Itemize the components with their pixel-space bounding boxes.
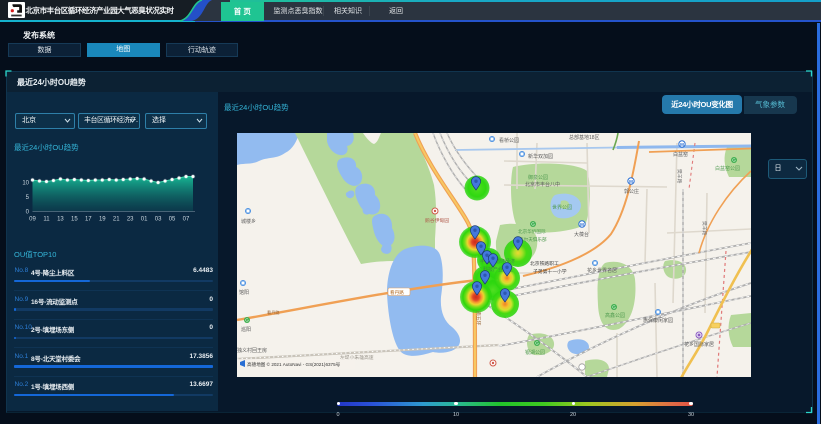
- svg-text:银湖公园: 银湖公园: [525, 349, 545, 356]
- svg-text:总部基地18区: 总部基地18区: [569, 134, 600, 141]
- svg-text:花乡世界名居: 花乡世界名居: [587, 267, 617, 274]
- svg-text:看桥公园: 看桥公园: [499, 137, 519, 144]
- svg-text:10: 10: [22, 181, 29, 187]
- svg-text:09: 09: [29, 217, 36, 223]
- svg-text:馆阳: 馆阳: [239, 289, 249, 296]
- svg-text:19: 19: [99, 217, 106, 223]
- svg-text:子弟第十一小学: 子弟第十一小学: [533, 268, 567, 275]
- svg-text:大葆台: 大葆台: [574, 231, 589, 238]
- svg-text:15: 15: [71, 217, 78, 223]
- svg-text:M: M: [680, 142, 684, 147]
- svg-text:G: G: [732, 158, 736, 163]
- svg-text:独义村回王房: 独义村回王房: [237, 347, 267, 354]
- svg-text:G: G: [531, 222, 535, 227]
- svg-text:05: 05: [169, 217, 176, 223]
- svg-text:G: G: [245, 318, 249, 323]
- svg-text:花乡国际家居: 花乡国际家居: [684, 341, 714, 348]
- svg-text:世界公园: 世界公园: [552, 204, 572, 211]
- svg-text:03: 03: [155, 217, 162, 223]
- svg-text:高尔夫俱乐部: 高尔夫俱乐部: [519, 236, 547, 243]
- svg-text:北京铁路职工: 北京铁路职工: [530, 260, 559, 267]
- svg-text:11: 11: [43, 217, 50, 223]
- svg-text:惠保康闲家园: 惠保康闲家园: [643, 317, 673, 324]
- svg-text:看丹路: 看丹路: [390, 289, 404, 296]
- svg-text:巡阳: 巡阳: [241, 326, 251, 333]
- svg-text:北京市丰台八中: 北京市丰台八中: [525, 181, 560, 188]
- svg-text:白盆窑公园: 白盆窑公园: [715, 165, 740, 172]
- svg-text:御泉公园: 御泉公园: [528, 174, 548, 181]
- svg-text:高德地图 © 2021 AutoNavi - GS(2021: 高德地图 © 2021 AutoNavi - GS(2021)6375号: [247, 361, 341, 368]
- svg-text:G: G: [612, 305, 616, 310]
- svg-text:城楼乡: 城楼乡: [241, 218, 256, 225]
- svg-text:郭公庄: 郭公庄: [624, 188, 639, 195]
- svg-text:21: 21: [113, 217, 120, 223]
- svg-text:01: 01: [141, 217, 148, 223]
- svg-text:高鑫公园: 高鑫公园: [605, 312, 625, 319]
- svg-text:南五环: 南五环: [475, 311, 482, 326]
- svg-text:新华双加园: 新华双加园: [528, 153, 553, 160]
- svg-text:5: 5: [26, 195, 30, 201]
- svg-text:M: M: [580, 222, 584, 227]
- svg-text:看丹路: 看丹路: [267, 309, 280, 316]
- svg-text:樊羊路: 樊羊路: [701, 221, 708, 236]
- svg-text:07: 07: [183, 217, 190, 223]
- svg-text:樊羊路: 樊羊路: [676, 169, 683, 184]
- svg-text:13: 13: [57, 217, 64, 223]
- svg-text:G: G: [535, 341, 539, 346]
- svg-text:17: 17: [85, 217, 92, 223]
- svg-text:M: M: [629, 179, 633, 184]
- svg-text:白盆窑: 白盆窑: [673, 151, 688, 158]
- svg-text:鹅谷伊甸园: 鹅谷伊甸园: [425, 217, 449, 224]
- svg-text:23: 23: [127, 217, 134, 223]
- svg-text:北京华侨国际: 北京华侨国际: [518, 228, 546, 235]
- svg-text:0: 0: [26, 210, 30, 216]
